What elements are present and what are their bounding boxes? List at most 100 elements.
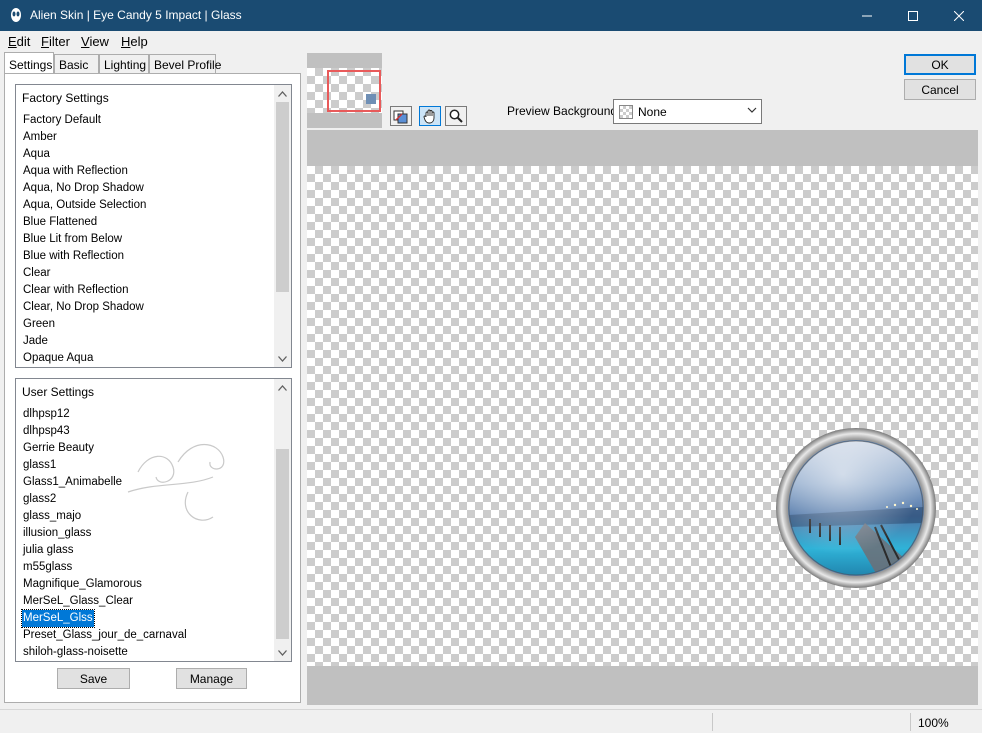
list-item[interactable]: Green: [22, 316, 147, 333]
list-item[interactable]: m55glass: [22, 559, 188, 576]
list-item[interactable]: Aqua: [22, 146, 147, 163]
list-item[interactable]: Clear with Reflection: [22, 282, 147, 299]
chevron-down-icon: [747, 107, 757, 113]
list-item-label: glass_majo: [23, 510, 82, 522]
close-icon: [954, 10, 964, 21]
transparent-swatch-icon: [619, 105, 633, 119]
minimize-button[interactable]: [844, 0, 890, 31]
user-settings-header: User Settings: [22, 385, 95, 399]
compare-icon: [393, 110, 408, 124]
menu-filter[interactable]: Filter: [41, 34, 70, 49]
list-item-label: dlhpsp12: [23, 408, 70, 420]
zoom-tool[interactable]: [445, 106, 467, 126]
user-scrollbar[interactable]: [274, 379, 291, 661]
ok-button[interactable]: OK: [904, 54, 976, 75]
list-item-label: Aqua, Outside Selection: [23, 199, 147, 211]
list-item[interactable]: Factory Default: [22, 112, 147, 129]
list-item-label: Blue Lit from Below: [23, 233, 123, 245]
list-item-label: Magnifique_Glamorous: [23, 578, 142, 590]
list-item[interactable]: Opaque Aqua: [22, 350, 147, 367]
list-item[interactable]: Aqua, No Drop Shadow: [22, 180, 147, 197]
factory-settings-header: Factory Settings: [22, 91, 109, 105]
alien-skin-icon: [11, 8, 21, 22]
chevron-up-icon: [278, 384, 287, 391]
list-item-label: Factory Default: [23, 114, 101, 126]
list-item-label: Opaque Aqua: [23, 352, 94, 364]
watermark-icon: [127, 444, 225, 521]
list-item[interactable]: Magnifique_Glamorous: [22, 576, 188, 593]
scroll-up-button[interactable]: [274, 85, 291, 102]
factory-scrollbar[interactable]: [274, 85, 291, 367]
title-bar: Alien Skin | Eye Candy 5 Impact | Glass: [0, 0, 982, 31]
list-item[interactable]: Jade: [22, 333, 147, 350]
list-item[interactable]: MerSeL_Glss: [21, 609, 188, 628]
list-item[interactable]: Blue Flattened: [22, 214, 147, 231]
list-item-label: dlhpsp43: [23, 425, 70, 437]
list-item-label: Amber: [23, 131, 57, 143]
list-item-label: MerSeL_Glss: [21, 609, 95, 628]
list-item-label: glass2: [23, 493, 57, 505]
list-item-label: glass1: [23, 459, 57, 471]
list-item-label: Preset_Glass_jour_de_carnaval: [23, 629, 187, 641]
list-item-label: Clear with Reflection: [23, 284, 129, 296]
maximize-button[interactable]: [890, 0, 936, 31]
list-item-label: Clear, No Drop Shadow: [23, 301, 144, 313]
window-title: Alien Skin | Eye Candy 5 Impact | Glass: [30, 8, 242, 22]
list-item[interactable]: Blue Lit from Below: [22, 231, 147, 248]
list-item-label: m55glass: [23, 561, 73, 573]
menu-bar: Edit Filter View Help: [0, 31, 982, 51]
list-item[interactable]: Preset_Glass_jour_de_carnaval: [22, 627, 188, 644]
list-item-label: Green: [23, 318, 55, 330]
preview-background-select[interactable]: None: [613, 99, 762, 124]
status-bar: 100%: [0, 709, 982, 733]
list-item-label: Aqua, No Drop Shadow: [23, 182, 144, 194]
list-item[interactable]: MerSeL_Glass_Clear: [22, 593, 188, 610]
scroll-down-button[interactable]: [274, 350, 291, 367]
tab-settings[interactable]: Settings: [4, 52, 54, 73]
manage-button[interactable]: Manage: [176, 668, 247, 689]
navigator-viewport[interactable]: [327, 70, 381, 112]
chevron-up-icon: [278, 90, 287, 97]
list-item[interactable]: Amber: [22, 129, 147, 146]
magnifier-icon: [449, 109, 463, 123]
preview-toggle-tool[interactable]: [390, 106, 412, 126]
preview-background-value: None: [638, 105, 667, 119]
factory-settings-list[interactable]: Factory Settings Factory Default Amber Aqu…: [15, 84, 292, 368]
menu-help[interactable]: Help: [121, 34, 148, 49]
menu-view[interactable]: View: [81, 34, 109, 49]
list-item[interactable]: Blue with Reflection: [22, 248, 147, 265]
list-item[interactable]: Clear, No Drop Shadow: [22, 299, 147, 316]
list-item-label: Gerrie Beauty: [23, 442, 94, 454]
save-button[interactable]: Save: [57, 668, 130, 689]
preview-canvas[interactable]: [307, 166, 978, 666]
hand-tool[interactable]: [419, 106, 441, 126]
scroll-thumb[interactable]: [276, 449, 289, 639]
list-item-label: shiloh-glass-noisette: [23, 646, 128, 658]
menu-edit[interactable]: Edit: [8, 34, 30, 49]
tab-bevel-profile[interactable]: Bevel Profile: [149, 54, 221, 74]
list-item-label: Aqua: [23, 148, 50, 160]
thumb-preview-icon: [366, 94, 376, 104]
list-item[interactable]: dlhpsp12: [22, 406, 188, 423]
tab-lighting[interactable]: Lighting: [99, 54, 149, 74]
scroll-up-button[interactable]: [274, 379, 291, 396]
maximize-icon: [908, 10, 918, 21]
minimize-icon: [862, 15, 872, 16]
preview-background-label: Preview Background:: [507, 104, 621, 118]
list-item-label: Clear: [23, 267, 51, 279]
scroll-down-button[interactable]: [274, 644, 291, 661]
scroll-thumb[interactable]: [276, 102, 289, 292]
hand-icon: [423, 109, 435, 124]
list-item[interactable]: Aqua with Reflection: [22, 163, 147, 180]
tab-basic[interactable]: Basic: [54, 54, 99, 74]
zoom-level: 100%: [918, 716, 949, 730]
glass-orb-preview: [776, 428, 936, 588]
cancel-button[interactable]: Cancel: [904, 79, 976, 100]
list-item[interactable]: Clear: [22, 265, 147, 282]
list-item[interactable]: shiloh-glass-noisette: [22, 644, 188, 661]
close-button[interactable]: [936, 0, 982, 31]
list-item-label: Jade: [23, 335, 48, 347]
list-item-label: julia glass: [23, 544, 74, 556]
list-item-label: Blue with Reflection: [23, 250, 124, 262]
list-item[interactable]: Aqua, Outside Selection: [22, 197, 147, 214]
